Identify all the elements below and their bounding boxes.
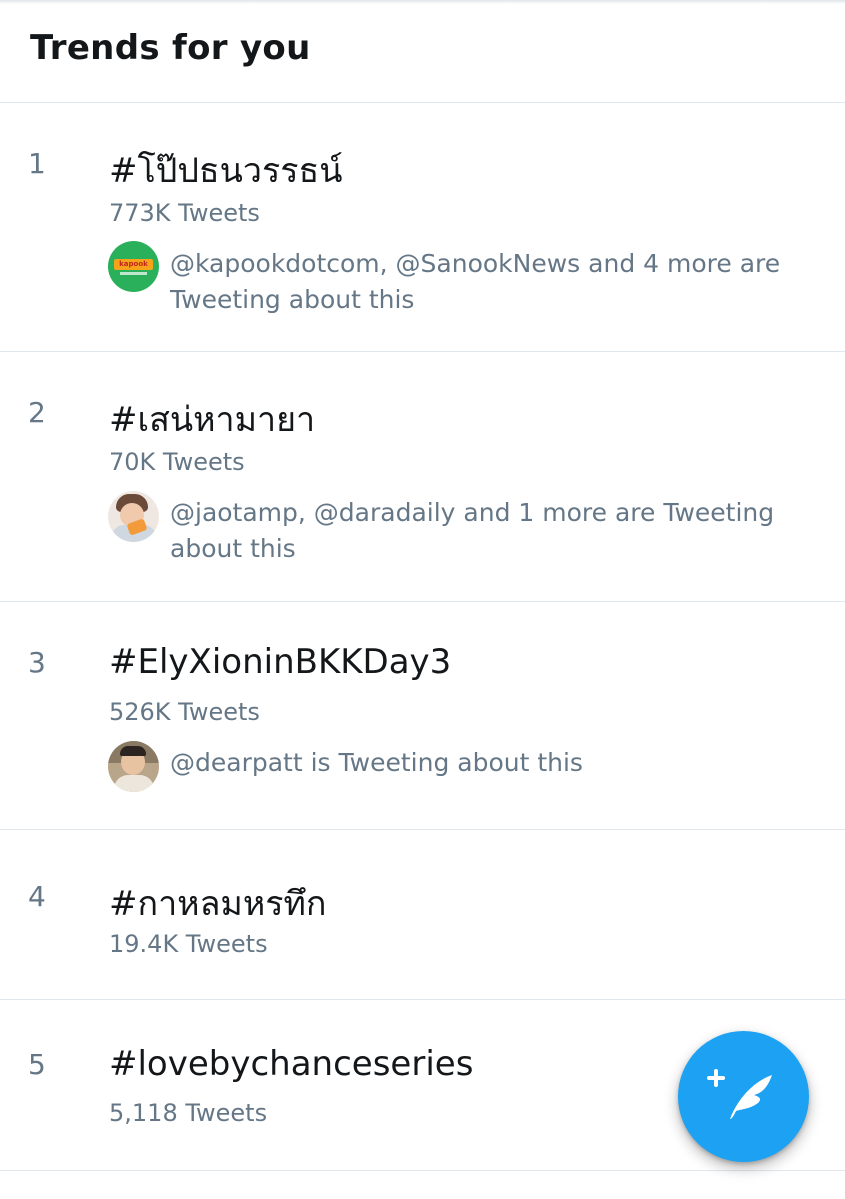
trend-rank: 4 [28,880,46,913]
trend-context: @dearpatt is Tweeting about this [170,748,583,777]
trend-context: @jaotamp, @daradaily and 1 more are Twee… [170,498,775,563]
trend-item-1[interactable]: 1 #โป๊ปธนวรรธน์ 773K Tweets kapook @kapo… [0,103,845,352]
trend-hashtag[interactable]: #lovebychanceseries [109,1044,473,1084]
trend-hashtag[interactable]: #เสน่หามายา [109,392,315,446]
trend-tweet-count: 5,118 Tweets [109,1099,268,1127]
trend-rank: 1 [28,147,46,180]
trend-tweet-count: 70K Tweets [109,448,245,476]
trend-hashtag[interactable]: #โป๊ปธนวรรธน์ [109,143,343,197]
user-photo-avatar[interactable] [108,491,159,542]
trend-rank: 5 [28,1048,46,1081]
page-title: Trends for you [30,28,311,68]
trends-header: Trends for you [0,0,845,103]
compose-tweet-button[interactable] [678,1031,809,1162]
trend-item-3[interactable]: 3 #ElyXioninBKKDay3 526K Tweets @dearpat… [0,602,845,830]
kapook-logo-text: kapook [119,260,148,268]
trend-rank: 3 [28,646,46,679]
trend-context: @kapookdotcom, @SanookNews and 4 more ar… [170,249,781,314]
trend-rank: 2 [28,396,46,429]
kapook-logo-avatar[interactable]: kapook [108,241,159,292]
trend-hashtag[interactable]: #กาหลมหรทึก [109,876,327,930]
trend-hashtag[interactable]: #ElyXioninBKKDay3 [109,642,451,682]
trend-tweet-count: 19.4K Tweets [109,930,268,958]
trend-tweet-count: 526K Tweets [109,698,260,726]
trend-tweet-count: 773K Tweets [109,199,260,227]
trend-item-4[interactable]: 4 #กาหลมหรทึก 19.4K Tweets [0,830,845,1000]
compose-tweet-icon [707,1069,772,1119]
user-photo-avatar[interactable] [108,741,159,792]
trend-item-2[interactable]: 2 #เสน่หามายา 70K Tweets @jaotamp, @dara… [0,352,845,602]
